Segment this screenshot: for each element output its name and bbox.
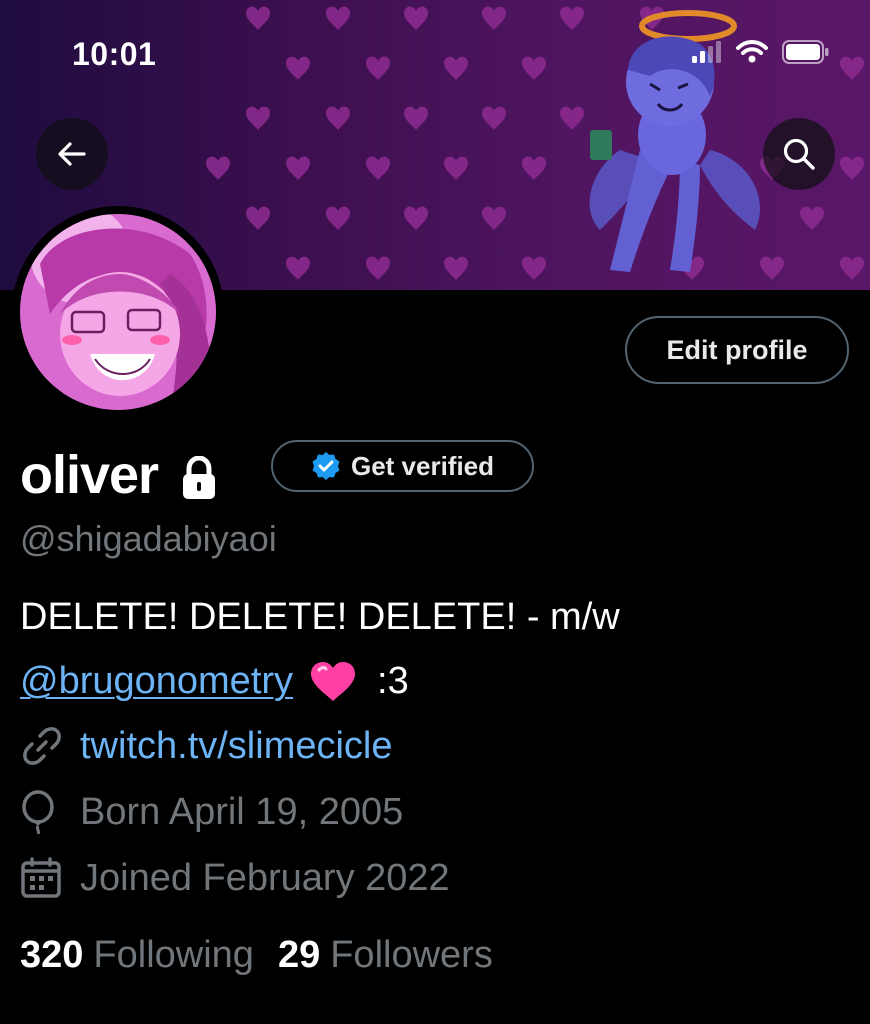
balloon-icon [20,790,72,834]
website-link[interactable]: twitch.tv/slimecicle [80,725,393,768]
followers-count: 29 [277,934,321,976]
pink-heart-emoji [311,661,356,701]
birthdate-row: Born April 19, 2005 [20,790,403,834]
following-label: Following [93,934,254,976]
battery-icon [782,40,829,64]
joined-text: Joined February 2022 [80,856,450,899]
calendar-icon [20,856,72,900]
avatar[interactable] [20,214,216,410]
following-stat[interactable]: 320 Following [20,934,254,977]
back-button[interactable] [36,118,108,190]
follow-stats: 320 Following 29 Followers [20,934,493,977]
cellular-signal-icon [692,41,721,63]
verified-badge-icon [312,452,340,480]
bio-line-1: DELETE! DELETE! DELETE! - m/w [20,596,620,638]
profile-handle: @shigadabiyaoi [20,518,277,559]
wifi-icon [736,40,768,63]
lock-icon [183,456,216,499]
followers-stat[interactable]: 29 Followers [278,934,493,977]
profile-name-row: oliver [20,440,218,510]
website-row: twitch.tv/slimecicle [20,724,393,768]
get-verified-label: Get verified [350,450,495,481]
bio-mention-link[interactable]: @brugonometry [20,660,293,703]
status-bar-icons [692,40,830,64]
link-icon [20,724,72,768]
birthdate-text: Born April 19, 2005 [80,790,404,833]
edit-profile-button[interactable]: Edit profile [625,316,849,384]
joined-row: Joined February 2022 [20,856,450,900]
bio-suffix: :3 [377,660,409,702]
status-bar-time: 10:01 [72,36,157,72]
display-name: oliver [20,445,159,505]
arrow-left-icon [58,142,86,166]
followers-label: Followers [330,934,493,976]
search-button[interactable] [763,118,835,190]
following-count: 320 [20,934,84,976]
avatar-illustration [20,214,216,410]
bio-line-2: @brugonometry :3 [20,660,409,703]
search-icon [783,138,815,170]
get-verified-button[interactable]: Get verified [271,440,534,492]
